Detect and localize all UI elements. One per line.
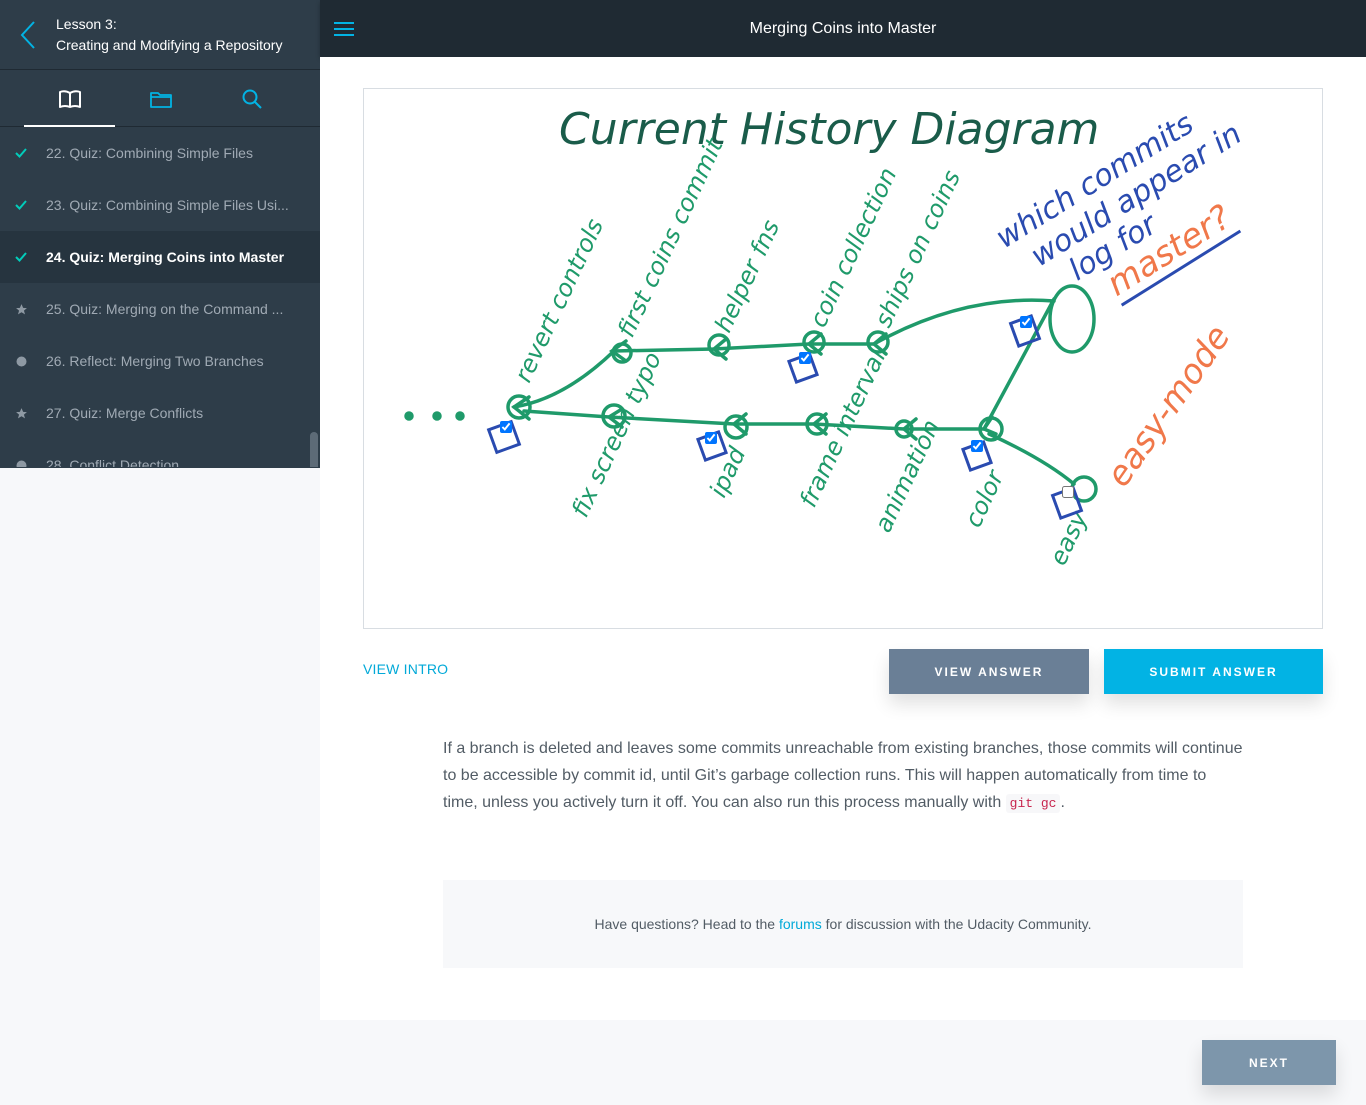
view-answer-button[interactable]: VIEW ANSWER <box>889 649 1089 694</box>
concept-label: 25. Quiz: Merging on the Command ... <box>46 301 284 317</box>
checkbox-ipad[interactable] <box>705 432 717 444</box>
lesson-number: Lesson 3: <box>56 15 117 32</box>
concept-item-23[interactable]: 23. Quiz: Combining Simple Files Usi... <box>0 179 320 231</box>
concept-label: 24. Quiz: Merging Coins into Master <box>46 249 285 265</box>
explanation-paragraph: If a branch is deleted and leaves some c… <box>443 735 1243 817</box>
lesson-header: Lesson 3: Creating and Modifying a Repos… <box>0 0 320 70</box>
paragraph-text: If a branch is deleted and leaves some c… <box>443 740 1243 811</box>
forums-link[interactable]: forums <box>779 916 822 932</box>
submit-answer-button[interactable]: SUBMIT ANSWER <box>1104 649 1323 694</box>
dot-icon <box>14 354 28 368</box>
svg-text:easy-mode: easy-mode <box>1099 318 1239 494</box>
forum-callout: Have questions? Head to the forums for d… <box>443 880 1243 968</box>
svg-text:ipad: ipad <box>704 442 752 502</box>
concept-list: 22. Quiz: Combining Simple Files 23. Qui… <box>0 127 320 467</box>
commit-nodes <box>404 284 1098 503</box>
star-icon <box>14 302 28 316</box>
history-diagram: Current History Diagram which commits wo… <box>363 88 1323 629</box>
lesson-title: Creating and Modifying a Repository <box>56 36 283 53</box>
checkbox-easy[interactable] <box>1062 486 1074 498</box>
next-button[interactable]: NEXT <box>1202 1040 1336 1085</box>
book-icon <box>58 89 81 108</box>
concept-label: 26. Reflect: Merging Two Branches <box>46 353 264 369</box>
forum-text-after: for discussion with the Udacity Communit… <box>825 916 1092 932</box>
tab-search[interactable] <box>206 70 297 127</box>
tab-resources[interactable] <box>115 70 206 127</box>
concept-label: 23. Quiz: Combining Simple Files Usi... <box>46 197 289 213</box>
check-icon <box>14 250 28 264</box>
paragraph-end: . <box>1060 794 1065 811</box>
check-icon <box>14 146 28 160</box>
concept-item-27[interactable]: 27. Quiz: Merge Conflicts <box>0 387 320 439</box>
lesson-info: Lesson 3: Creating and Modifying a Repos… <box>56 14 282 56</box>
checkbox-master[interactable] <box>1020 316 1032 328</box>
tab-concepts[interactable] <box>24 70 115 127</box>
concept-item-22[interactable]: 22. Quiz: Combining Simple Files <box>0 127 320 179</box>
folder-icon <box>149 91 172 108</box>
sidebar-tabs <box>0 70 320 127</box>
forum-text-before: Have questions? Head to the <box>594 916 776 932</box>
easy-mode-label: easy-mode <box>1099 318 1239 494</box>
concept-label: 28. Conflict Detection <box>46 457 180 467</box>
dot-icon <box>14 458 28 467</box>
concept-item-26[interactable]: 26. Reflect: Merging Two Branches <box>0 335 320 387</box>
checkbox-revert-controls[interactable] <box>500 421 512 433</box>
svg-text:revert controls: revert controls <box>509 215 609 387</box>
svg-text:color: color <box>959 464 1010 531</box>
sidebar-scrollbar[interactable] <box>310 432 318 467</box>
view-intro-link[interactable]: VIEW INTRO <box>363 661 448 677</box>
back-button[interactable] <box>0 0 56 70</box>
page-title: Merging Coins into Master <box>749 19 937 37</box>
top-bar: Merging Coins into Master <box>320 0 1366 57</box>
concept-label: 22. Quiz: Combining Simple Files <box>46 145 253 161</box>
concept-item-24[interactable]: 24. Quiz: Merging Coins into Master <box>0 231 320 283</box>
svg-text:helper fns: helper fns <box>709 216 785 337</box>
svg-text:fix screen typo: fix screen typo <box>566 348 667 522</box>
concept-label: 27. Quiz: Merge Conflicts <box>46 405 204 421</box>
chevron-left-icon <box>20 20 35 49</box>
sidebar: Lesson 3: Creating and Modifying a Repos… <box>0 0 320 468</box>
checkbox-color[interactable] <box>971 440 983 452</box>
search-icon <box>242 89 262 109</box>
checkbox-coin-collection[interactable] <box>799 352 811 364</box>
svg-text:first coins commit: first coins commit <box>612 133 729 342</box>
concept-item-25[interactable]: 25. Quiz: Merging on the Command ... <box>0 283 320 335</box>
diagram-title: Current History Diagram <box>559 104 1099 155</box>
diagram-drawing: Current History Diagram which commits wo… <box>404 104 1248 570</box>
main-content: Current History Diagram which commits wo… <box>320 57 1366 1020</box>
inline-code: git gc <box>1005 794 1061 813</box>
concept-item-28[interactable]: 28. Conflict Detection <box>0 439 320 467</box>
check-icon <box>14 198 28 212</box>
star-icon <box>14 406 28 420</box>
